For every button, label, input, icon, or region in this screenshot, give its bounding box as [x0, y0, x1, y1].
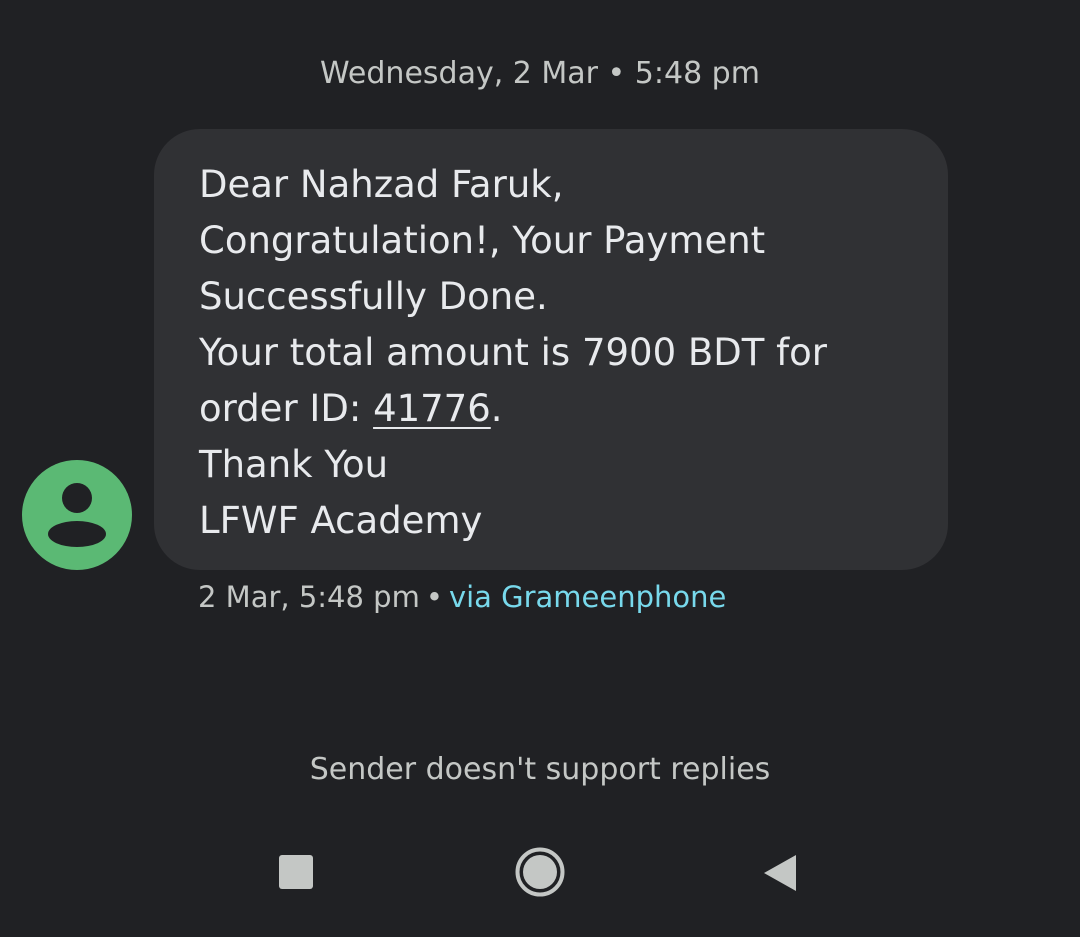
- message-line: LFWF Academy: [199, 499, 483, 542]
- message-bubble[interactable]: Dear Nahzad Faruk, Congratulation!, Your…: [154, 129, 948, 570]
- person-icon: [22, 460, 132, 570]
- message-timestamp: 2 Mar, 5:48 pm: [198, 580, 420, 614]
- square-icon[interactable]: [278, 854, 314, 890]
- circle-icon[interactable]: [514, 846, 566, 898]
- message-meta: 2 Mar, 5:48 pm • via Grameenphone: [198, 575, 726, 619]
- order-id-link[interactable]: 41776: [373, 387, 491, 430]
- message-line: Successfully Done.: [199, 275, 548, 318]
- triangle-icon[interactable]: [762, 854, 798, 892]
- sender-avatar[interactable]: [22, 460, 132, 570]
- navigation-bar: [0, 830, 1080, 930]
- meta-separator: •: [425, 580, 443, 614]
- message-line: Congratulation!, Your Payment: [199, 219, 766, 262]
- message-line: Your total amount is 7900 BDT for: [199, 331, 827, 374]
- order-label: order ID:: [199, 387, 374, 430]
- message-line: Thank You: [199, 443, 389, 486]
- no-reply-notice: Sender doesn't support replies: [309, 752, 771, 787]
- date-header: Wednesday, 2 Mar • 5:48 pm: [320, 56, 760, 91]
- order-suffix: .: [490, 387, 503, 430]
- carrier-label: via Grameenphone: [448, 580, 727, 614]
- message-line: Dear Nahzad Faruk,: [199, 163, 564, 206]
- message-line: order ID: 41776.: [199, 381, 503, 437]
